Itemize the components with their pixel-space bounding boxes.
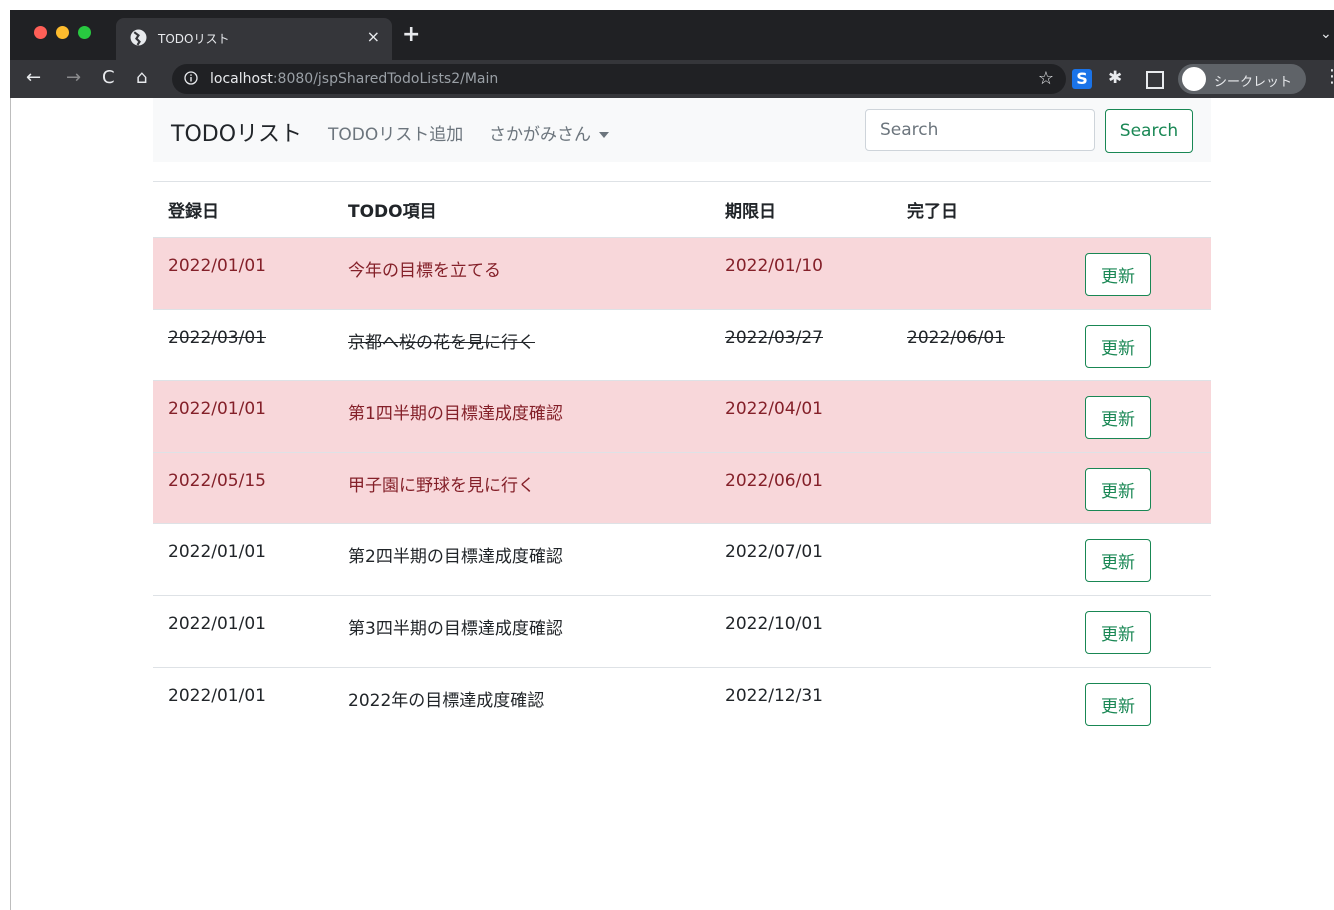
extensions-puzzle-icon[interactable]: ✱ (1108, 68, 1122, 88)
home-icon[interactable]: ⌂ (136, 67, 147, 89)
app-navbar: TODOリスト TODOリスト追加 さかがみさん Search (153, 98, 1211, 162)
forward-icon[interactable]: → (66, 67, 81, 89)
cell-due: 2022/03/27 (710, 308, 892, 381)
cell-action: 更新 (1072, 666, 1211, 739)
table-row: 2022/01/01 第2四半期の目標達成度確認 2022/07/01 更新 (153, 523, 1211, 596)
browser-menu-icon[interactable]: ⋮ (1323, 66, 1334, 87)
cell-registered: 2022/01/01 (153, 523, 333, 596)
cell-item: 京都へ桜の花を見に行く (333, 308, 710, 381)
cell-item: 第1四半期の目標達成度確認 (333, 380, 710, 453)
navbar-brand[interactable]: TODOリスト (171, 116, 302, 148)
url-path: :8080/jspSharedTodoLists2/Main (272, 71, 499, 87)
cell-due: 2022/07/01 (710, 523, 892, 596)
cell-item: 2022年の目標達成度確認 (333, 666, 710, 739)
incognito-icon (1182, 67, 1206, 91)
user-name: さかがみさん (489, 125, 591, 145)
cell-action: 更新 (1072, 308, 1211, 381)
browser-tab[interactable]: TODOリスト × (116, 18, 392, 60)
cell-due: 2022/12/31 (710, 666, 892, 739)
search-button[interactable]: Search (1105, 109, 1193, 153)
update-button[interactable]: 更新 (1085, 682, 1151, 726)
table-row: 2022/01/01 2022年の目標達成度確認 2022/12/31 更新 (153, 666, 1211, 739)
header-done: 完了日 (892, 181, 1072, 238)
url-host: localhost (210, 71, 273, 87)
extension-s-icon[interactable]: S (1072, 69, 1092, 89)
cell-done (892, 451, 1072, 524)
user-dropdown[interactable]: さかがみさん (489, 120, 609, 145)
update-button[interactable]: 更新 (1085, 324, 1151, 368)
table-row: 2022/01/01 第3四半期の目標達成度確認 2022/10/01 更新 (153, 594, 1211, 668)
update-button[interactable]: 更新 (1085, 396, 1151, 440)
back-icon[interactable]: ← (26, 67, 41, 89)
cell-registered: 2022/05/15 (153, 451, 333, 524)
new-tab-button[interactable]: + (402, 22, 420, 47)
table-row: 2022/03/01 京都へ桜の花を見に行く 2022/03/27 2022/0… (153, 308, 1211, 381)
cell-action: 更新 (1072, 237, 1211, 310)
nav-add-todo-list[interactable]: TODOリスト追加 (328, 120, 463, 145)
url-text: localhost:8080/jspSharedTodoLists2/Main (210, 71, 498, 87)
table-row: 2022/01/01 第1四半期の目標達成度確認 2022/04/01 更新 (153, 380, 1211, 453)
cell-item: 今年の目標を立てる (333, 237, 710, 310)
cell-item: 第2四半期の目標達成度確認 (333, 523, 710, 596)
cell-item: 第3四半期の目標達成度確認 (333, 594, 710, 668)
tab-search-icon[interactable]: ⌄ (1320, 26, 1334, 42)
update-button[interactable]: 更新 (1085, 467, 1151, 511)
search-input[interactable] (865, 109, 1095, 151)
window-close-button[interactable] (34, 26, 47, 39)
update-button[interactable]: 更新 (1085, 610, 1151, 654)
address-bar[interactable]: localhost:8080/jspSharedTodoLists2/Main … (172, 64, 1066, 94)
incognito-label: シークレット (1214, 75, 1293, 90)
cell-action: 更新 (1072, 380, 1211, 453)
update-button[interactable]: 更新 (1085, 539, 1151, 583)
cell-done: 2022/06/01 (892, 308, 1072, 381)
cell-done (892, 237, 1072, 310)
cell-action: 更新 (1072, 594, 1211, 668)
side-panel-icon[interactable] (1146, 71, 1164, 89)
globe-icon (130, 29, 147, 46)
cell-done (892, 523, 1072, 596)
cell-due: 2022/10/01 (710, 594, 892, 668)
cell-action: 更新 (1072, 451, 1211, 524)
header-due: 期限日 (710, 181, 892, 238)
cell-item: 甲子園に野球を見に行く (333, 451, 710, 524)
cell-done (892, 666, 1072, 739)
tab-title: TODOリスト (158, 32, 230, 46)
info-icon[interactable] (184, 71, 198, 85)
cell-done (892, 594, 1072, 668)
update-button[interactable]: 更新 (1085, 253, 1151, 296)
reload-icon[interactable]: C (102, 67, 115, 89)
caret-down-icon (599, 132, 609, 138)
table-row: 2022/01/01 今年の目標を立てる 2022/01/10 更新 (153, 237, 1211, 310)
bookmark-star-icon[interactable]: ☆ (1038, 68, 1054, 89)
header-action (1072, 181, 1211, 238)
window-edge (10, 98, 11, 910)
incognito-indicator[interactable]: シークレット (1178, 64, 1306, 94)
cell-done (892, 380, 1072, 453)
header-item: TODO項目 (333, 181, 710, 238)
cell-due: 2022/04/01 (710, 380, 892, 453)
cell-registered: 2022/01/01 (153, 594, 333, 668)
window-zoom-button[interactable] (78, 26, 91, 39)
cell-registered: 2022/03/01 (153, 308, 333, 381)
window-minimize-button[interactable] (56, 26, 69, 39)
cell-registered: 2022/01/01 (153, 237, 333, 310)
table-row: 2022/05/15 甲子園に野球を見に行く 2022/06/01 更新 (153, 451, 1211, 524)
cell-registered: 2022/01/01 (153, 666, 333, 739)
header-registered: 登録日 (153, 181, 333, 238)
browser-toolbar: ← → C ⌂ localhost:8080/jspSharedTodoList… (10, 60, 1334, 98)
cell-due: 2022/06/01 (710, 451, 892, 524)
cell-registered: 2022/01/01 (153, 380, 333, 453)
todo-table: 登録日 TODO項目 期限日 完了日 2022/01/01 今年の目標を立てる … (153, 181, 1211, 739)
close-tab-icon[interactable]: × (367, 27, 380, 46)
cell-action: 更新 (1072, 523, 1211, 596)
cell-due: 2022/01/10 (710, 237, 892, 310)
table-header-row: 登録日 TODO項目 期限日 完了日 (153, 181, 1211, 238)
